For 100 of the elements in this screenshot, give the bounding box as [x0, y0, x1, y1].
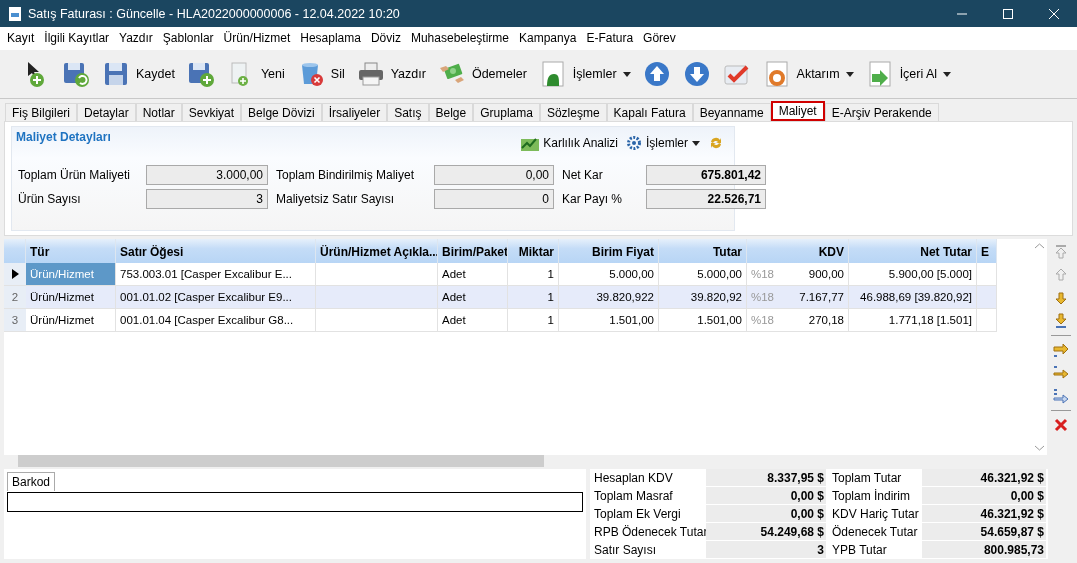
table-cell: 46.988,69 [39.820,92] [849, 286, 977, 310]
tab[interactable]: Sevkiyat [181, 103, 242, 122]
value-field: 3.000,00 [146, 165, 268, 186]
field-label: Toplam Bindirilmiş Maliyet [276, 168, 416, 183]
table-cell: Adet [438, 263, 508, 287]
caret-icon [692, 140, 700, 146]
floppy-icon [102, 60, 130, 88]
table-cell: 1.501,00 [659, 309, 747, 333]
tab[interactable]: Sözleşme [539, 103, 607, 122]
tab[interactable]: Belge [428, 103, 474, 122]
caret-icon [622, 71, 631, 77]
column-header[interactable]: Tür [26, 239, 116, 264]
table-cell: 39.820,922 [559, 286, 659, 310]
tab[interactable]: Belge Dövizi [241, 103, 322, 122]
tab[interactable]: Gruplama [473, 103, 540, 122]
field-label: Net Kar [562, 168, 604, 183]
total-value: 8.337,95 $ [706, 469, 826, 487]
insert-below-icon [1053, 365, 1069, 382]
vat-rate: %18 [751, 291, 775, 306]
column-header[interactable]: Net Tutar [849, 239, 977, 264]
menu-item[interactable]: Döviz [365, 31, 406, 46]
table-cell: 753.003.01 [Casper Excalibur E... [116, 263, 316, 287]
column-header[interactable]: E [977, 239, 997, 264]
column-header[interactable]: Birim Fiyat [559, 239, 659, 264]
menu-item[interactable]: Kampanya [514, 31, 582, 46]
toolbar-button[interactable]: Sil [292, 52, 349, 96]
toolbar-button[interactable]: İşlemler [534, 52, 635, 96]
value-field: 0 [434, 189, 554, 210]
table-cell [977, 263, 997, 287]
table-cell-text: 7.167,77 [799, 291, 844, 306]
tab[interactable]: Satış [387, 103, 429, 122]
scroll-down-icon[interactable] [1034, 445, 1044, 451]
floppy-plus-icon [186, 60, 215, 88]
table-cell: 39.820,92 [659, 286, 747, 310]
tab[interactable]: Maliyet [770, 101, 825, 122]
menu-item[interactable]: Yazdır [114, 31, 158, 46]
document-icon [8, 5, 22, 22]
action-button[interactable]: Karlılık Analizi [521, 135, 618, 152]
gear-icon [626, 135, 642, 152]
toolbar-button[interactable]: Ödemeler [433, 52, 531, 96]
column-header[interactable]: Tutar [659, 239, 747, 264]
table-cell: Adet [438, 309, 508, 333]
row-number: 2 [11, 291, 19, 304]
field-label: Maliyetsiz Satır Sayısı [276, 192, 396, 207]
menu-item[interactable]: Görev [638, 31, 681, 46]
total-label: Toplam İndirim [831, 488, 912, 505]
menu-item[interactable]: Muhasebeleştirme [405, 31, 514, 46]
menu-item[interactable]: Ürün/Hizmet [218, 31, 296, 46]
total-label: Hesaplan KDV [593, 470, 674, 487]
total-label: Toplam Tutar [831, 470, 903, 487]
menu-item[interactable]: Kayıt [2, 31, 40, 46]
tab[interactable]: Beyanname [692, 103, 771, 122]
tab[interactable]: İrsaliyeler [321, 103, 388, 122]
tab[interactable]: Notlar [135, 103, 182, 122]
value-field: 0,00 [434, 165, 554, 186]
total-label: Toplam Masraf [593, 488, 674, 505]
table-cell: 1.501,00 [559, 309, 659, 333]
table-cell: 5.000,00 [559, 263, 659, 287]
total-label: Ödenecek Tutar [831, 524, 919, 541]
toolbar-button[interactable]: Kaydet [98, 52, 179, 96]
menu-item[interactable]: İlgili Kayıtlar [39, 31, 115, 46]
close-icon[interactable] [1049, 8, 1059, 19]
printer-icon [356, 60, 385, 88]
table-cell: 001.01.02 [Casper Excalibur E9... [116, 286, 316, 310]
table-cell: 1 [508, 309, 559, 333]
tab[interactable]: E-Arşiv Perakende [824, 103, 939, 122]
field-label: Ürün Sayısı [18, 192, 82, 207]
column-header[interactable]: Birim/Paket [438, 239, 508, 264]
delete-icon [1053, 417, 1069, 434]
toolbar-button[interactable]: Yazdır [352, 52, 430, 96]
tab[interactable]: Barkod [7, 472, 56, 491]
caret-icon [943, 71, 952, 77]
tab[interactable]: Fiş Bilgileri [5, 103, 77, 122]
side-tool-button[interactable] [1051, 387, 1071, 406]
column-header[interactable]: Satır Öğesi [116, 239, 316, 264]
tab[interactable]: Detaylar [77, 103, 136, 122]
barcode-field[interactable] [7, 492, 583, 512]
table-cell: 5.000,00 [659, 263, 747, 287]
value-field: 3 [146, 189, 268, 210]
table-cell: 5.900,00 [5.000] [849, 263, 977, 287]
move-down-icon [1053, 290, 1069, 307]
side-tool-button[interactable] [1051, 341, 1071, 360]
menu-item[interactable]: Hesaplama [295, 31, 366, 46]
vat-rate: %18 [751, 268, 775, 283]
table-cell: 001.01.04 [Casper Excalibur G8... [116, 309, 316, 333]
toolbar-button[interactable]: Yeni [222, 52, 289, 96]
action-button[interactable]: İşlemler [626, 135, 700, 152]
menu-item[interactable]: E-Fatura [581, 31, 639, 46]
column-header[interactable]: Miktar [508, 239, 559, 264]
toolbar-button[interactable]: İçeri Al [861, 52, 956, 96]
vertical-scrollbar[interactable] [1031, 239, 1047, 455]
maximize-icon[interactable] [1003, 8, 1013, 19]
value-field: 22.526,71 [646, 189, 766, 210]
menu-item[interactable]: Şablonlar [157, 31, 219, 46]
scroll-up-icon[interactable] [1034, 243, 1044, 250]
toolbar-button[interactable]: Aktarım [758, 52, 858, 96]
tab[interactable]: Kapalı Fatura [606, 103, 693, 122]
column-header[interactable]: KDV [747, 239, 849, 264]
insert-list-icon [1053, 388, 1069, 405]
table-cell [977, 309, 997, 333]
